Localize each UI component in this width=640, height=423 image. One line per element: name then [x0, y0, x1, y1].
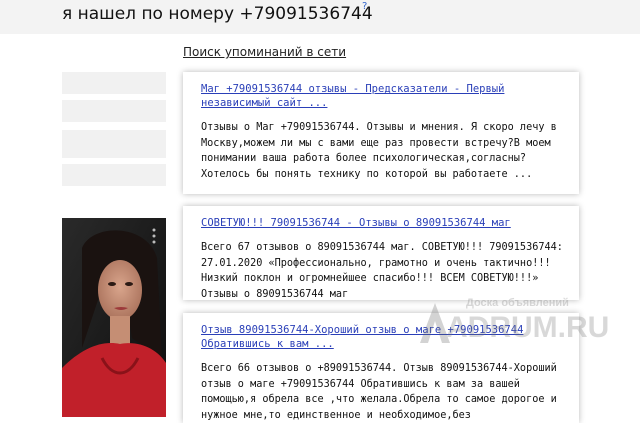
- result-card: Отзыв 89091536744-Хороший отзыв о маге +…: [183, 313, 579, 423]
- left-column-block: [62, 130, 166, 158]
- result-snippet: Отзывы о Маг +79091536744. Отзывы и мнен…: [201, 122, 557, 180]
- result-title-link[interactable]: Маг +79091536744 отзывы - Предсказатели …: [201, 82, 565, 110]
- portrait-image: [62, 218, 166, 417]
- result-card: СОВЕТУЮ!!! 79091536744 - Отзывы о 890915…: [183, 206, 579, 300]
- left-column-block: [62, 72, 166, 94]
- result-title-link[interactable]: Отзыв 89091536744-Хороший отзыв о маге +…: [201, 323, 565, 351]
- result-card: Маг +79091536744 отзывы - Предсказатели …: [183, 72, 579, 194]
- result-title-link[interactable]: СОВЕТУЮ!!! 79091536744 - Отзывы о 890915…: [201, 216, 565, 230]
- advertisement-photo[interactable]: [62, 218, 166, 417]
- page-title: я нашел по номеру +79091536744: [62, 4, 373, 24]
- mentions-search-link[interactable]: Поиск упоминаний в сети: [183, 45, 346, 59]
- result-snippet: Всего 67 отзывов о 89091536744 маг. СОВЕ…: [201, 242, 563, 300]
- help-mark-link[interactable]: ?: [362, 1, 367, 12]
- left-column-block: [62, 164, 166, 186]
- left-column-block: [62, 100, 166, 122]
- result-snippet: Всего 66 отзывов о +89091536744. Отзыв 8…: [201, 363, 557, 421]
